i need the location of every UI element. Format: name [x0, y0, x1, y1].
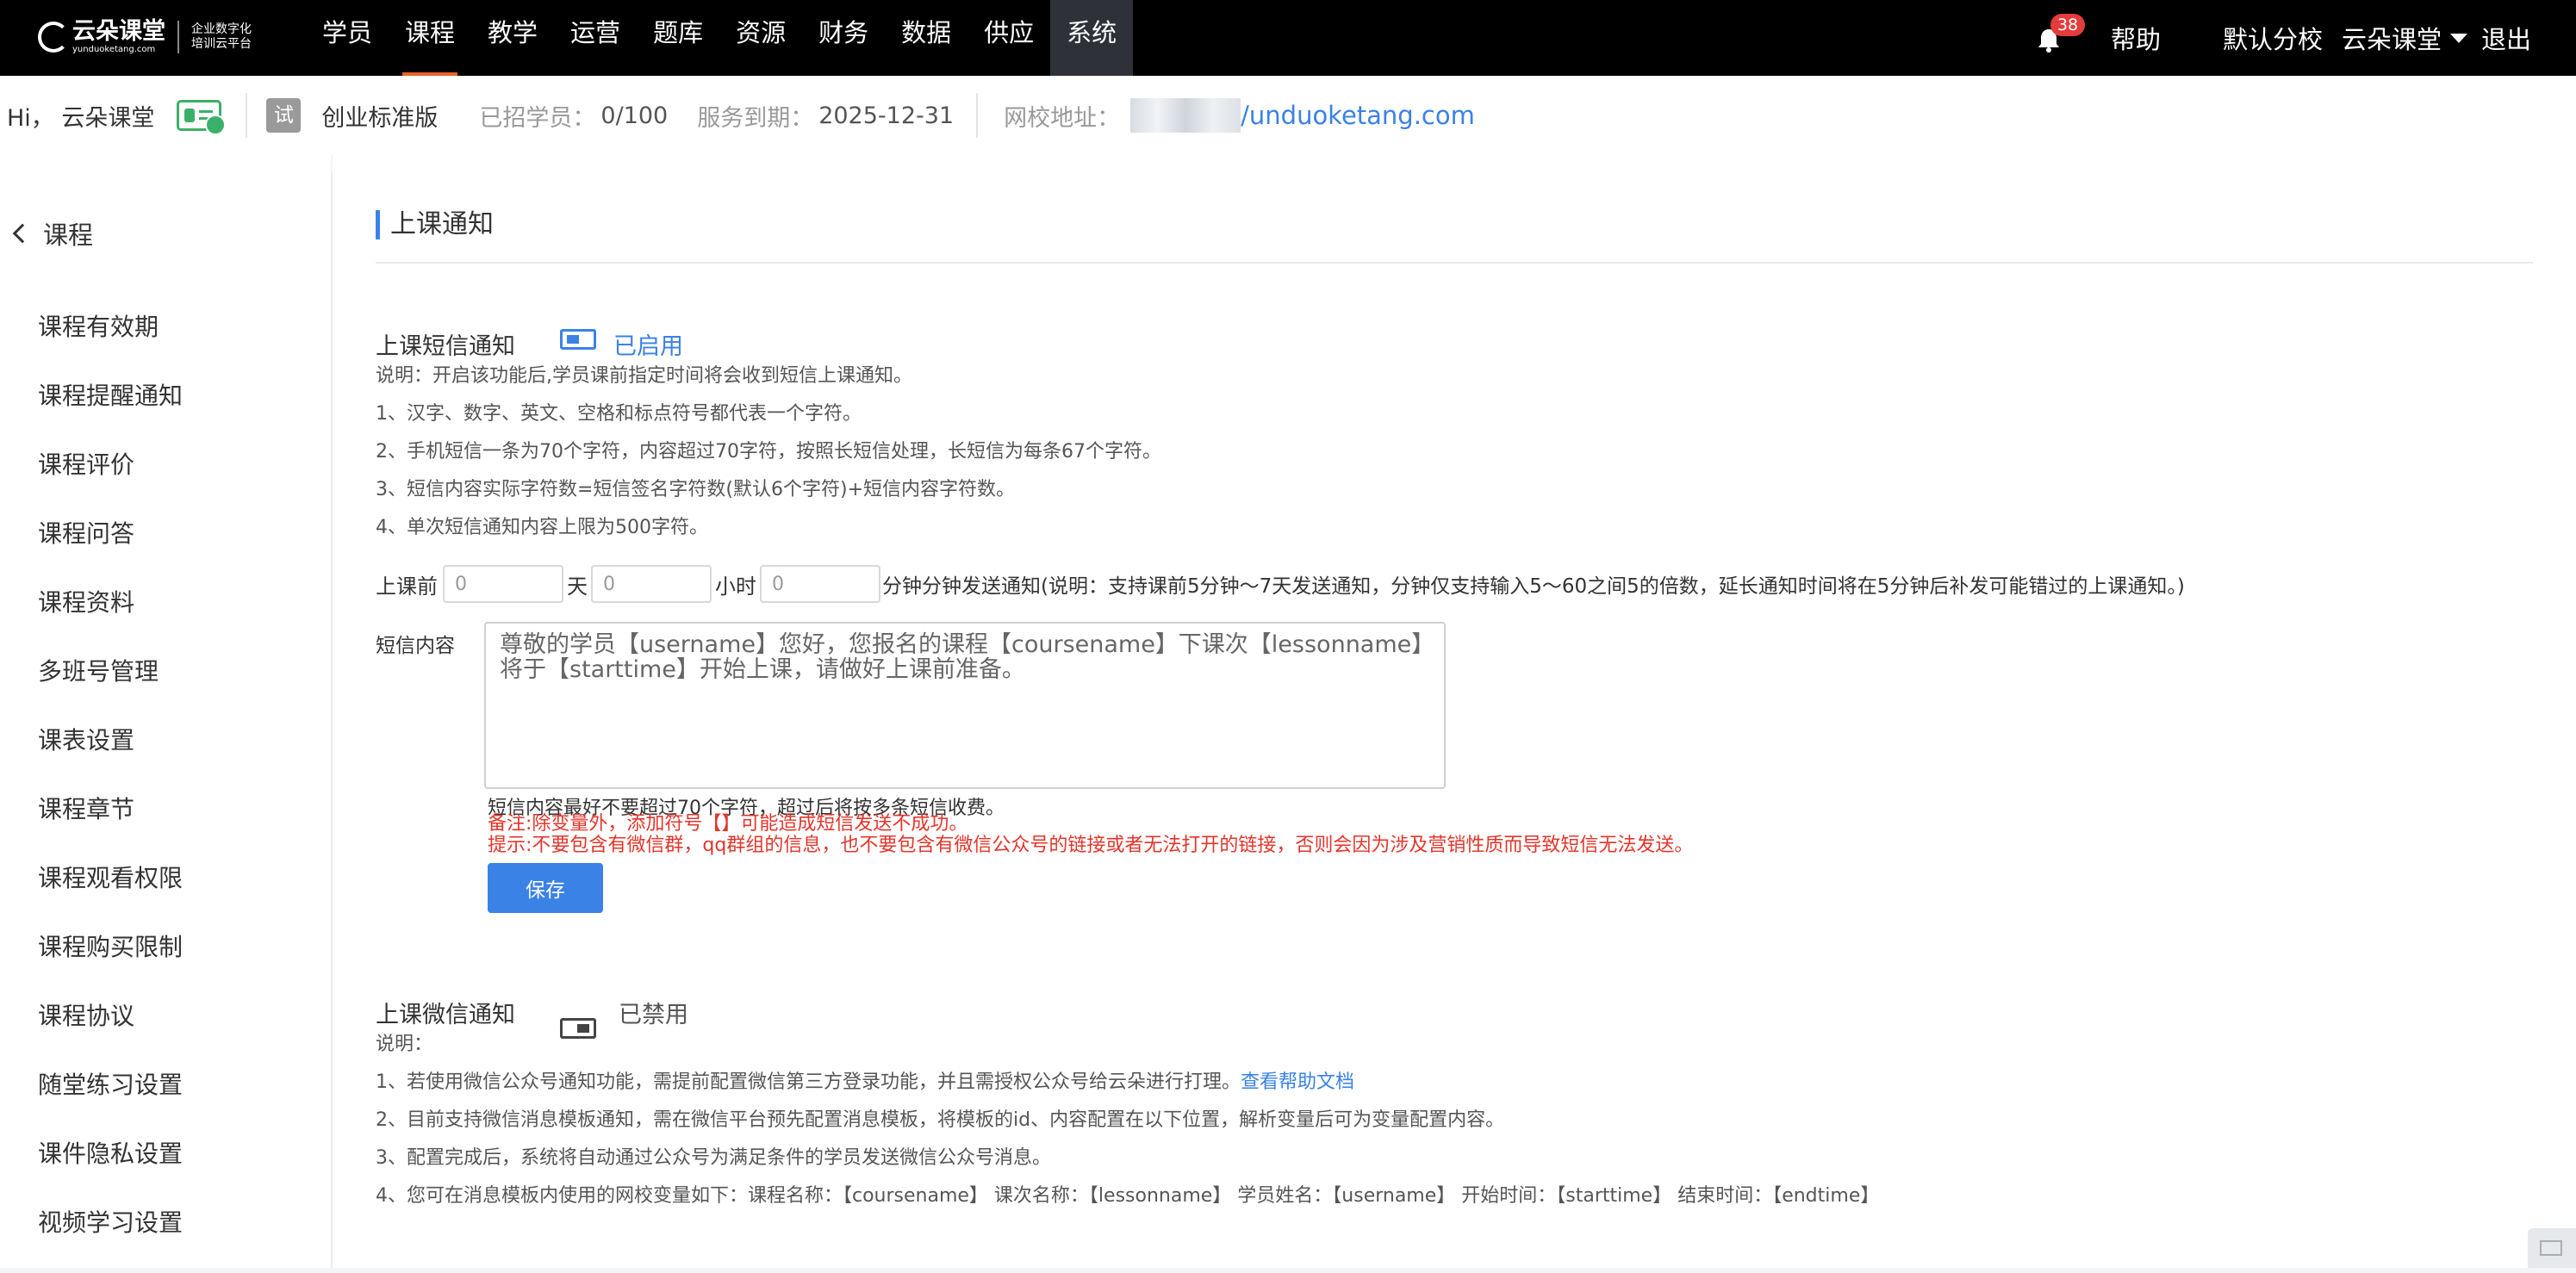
- wechat-note-3: 3、配置完成后，系统将自动通过公众号为满足条件的学员发送微信公众号消息。: [376, 1147, 1051, 1169]
- days-input[interactable]: [443, 565, 563, 603]
- page-title: 上课通知: [376, 210, 494, 239]
- nav-question-bank[interactable]: 题库: [637, 0, 719, 76]
- account-menu[interactable]: 云朵课堂: [2342, 20, 2442, 56]
- sidebar-item-chapters[interactable]: 课程章节: [0, 791, 331, 860]
- before-class-label: 上课前: [376, 574, 438, 599]
- expiry-value: 2025-12-31: [818, 102, 955, 129]
- message-widget-icon[interactable]: [2528, 1228, 2576, 1268]
- wechat-toggle[interactable]: [560, 1018, 596, 1039]
- sms-toggle[interactable]: [560, 329, 596, 350]
- day-unit: 天: [567, 574, 588, 599]
- nav-teaching[interactable]: 教学: [471, 0, 554, 76]
- sidebar-item-qa[interactable]: 课程问答: [0, 515, 331, 584]
- help-doc-link[interactable]: 查看帮助文档: [1241, 1071, 1354, 1093]
- nav-finance[interactable]: 财务: [802, 0, 885, 76]
- greeting: Hi， 云朵课堂: [7, 104, 155, 132]
- wechat-note-2: 2、目前支持微信消息模板通知，需在微信平台预先配置消息模板，将模板的id、内容配…: [376, 1109, 1505, 1131]
- sidebar-menu: 课程有效期 课程提醒通知 课程评价 课程问答 课程资料 多班号管理 课表设置 课…: [0, 308, 331, 1273]
- schedule-note: 分钟分钟发送通知(说明：支持课前5分钟～7天发送通知，分钟仅支持输入5～60之间…: [882, 575, 2185, 598]
- header-actions: 38 帮助 默认分校 云朵课堂 退出: [2032, 0, 2576, 76]
- enrolled-label: 已招学员：: [479, 104, 596, 132]
- chevron-left-icon: [12, 223, 33, 244]
- send-time-row: 上课前 天 小时 分钟分钟发送通知(说明：支持课前5分钟～7天发送通知，分钟仅支…: [376, 565, 2185, 603]
- sms-note-intro: 说明：开启该功能后,学员课前指定时间将会收到短信上课通知。: [376, 365, 912, 387]
- wechat-note-label: 说明：: [376, 1034, 433, 1055]
- logo-slogan-line1: 企业数字化: [191, 22, 252, 36]
- verified-id-icon[interactable]: [177, 100, 227, 135]
- title-divider: [376, 262, 2533, 264]
- trial-badge: 试: [266, 98, 302, 133]
- sidebar-item-materials[interactable]: 课程资料: [0, 584, 331, 653]
- sidebar-item-privacy[interactable]: 课件隐私设置: [0, 1135, 331, 1204]
- wechat-note-1: 1、若使用微信公众号通知功能，需提前配置微信第三方登录功能，并且需授权公众号给云…: [376, 1071, 1355, 1093]
- expiry-label: 服务到期：: [697, 104, 814, 132]
- school-url-link[interactable]: /unduoketang.com: [1241, 101, 1475, 130]
- back-label: 课程: [43, 220, 94, 250]
- account-info-bar: Hi， 云朵课堂 试 创业标准版 已招学员： 0/100 服务到期： 2025-…: [0, 76, 2576, 155]
- wechat-section-title: 上课微信通知: [376, 1002, 515, 1028]
- sms-note-2: 2、手机短信一条为70个字符，内容超过70字符，按照长短信处理，长短信为每条67…: [376, 441, 1161, 463]
- brand-logo[interactable]: 云朵课堂 yunduoketang.com 企业数字化 培训云平台: [38, 9, 252, 65]
- sidebar-item-practice[interactable]: 随堂练习设置: [0, 1066, 331, 1135]
- top-navigation-bar: 云朵课堂 yunduoketang.com 企业数字化 培训云平台 学员 课程 …: [0, 0, 2576, 76]
- main-content: 上课通知 上课短信通知 已启用 说明：开启该功能后,学员课前指定时间将会收到短信…: [333, 155, 2576, 1268]
- nav-resources[interactable]: 资源: [719, 0, 802, 76]
- sms-content-warning: 提示:不要包含有微信群，qq群组的信息，也不要包含有微信公众号的链接或者无法打开…: [488, 835, 1694, 856]
- nav-data[interactable]: 数据: [885, 0, 968, 76]
- school-url-label: 网校地址：: [1004, 104, 1121, 132]
- sidebar-item-purchase-limit[interactable]: 课程购买限制: [0, 928, 331, 997]
- cloud-logo-icon: [38, 22, 69, 53]
- sms-note-3: 3、短信内容实际字符数=短信签名字符数(默认6个字符)+短信内容字符数。: [376, 479, 1016, 500]
- enrolled-value: 0/100: [600, 102, 669, 129]
- sms-content-textarea[interactable]: 尊敬的学员【username】您好，您报名的课程【coursename】下课次【…: [484, 622, 1446, 789]
- notification-count-badge: 38: [2050, 14, 2086, 36]
- divider: [246, 93, 248, 138]
- branch-selector[interactable]: 默认分校: [2223, 20, 2323, 56]
- logout-link[interactable]: 退出: [2481, 20, 2531, 56]
- edition-name: 创业标准版: [321, 104, 439, 132]
- nav-students[interactable]: 学员: [306, 0, 389, 76]
- sms-note-4: 4、单次短信通知内容上限为500字符。: [376, 517, 708, 538]
- sms-symbol-warning: 备注:除变量外，添加符号【】可能造成短信发送不成功。: [488, 813, 968, 835]
- help-link[interactable]: 帮助: [2111, 20, 2161, 56]
- minutes-input[interactable]: [760, 565, 880, 603]
- sidebar-item-class-numbers[interactable]: 多班号管理: [0, 653, 331, 722]
- sms-section-title: 上课短信通知: [376, 333, 515, 360]
- sidebar-item-validity[interactable]: 课程有效期: [0, 308, 331, 377]
- logo-divider: [177, 21, 179, 53]
- hours-input[interactable]: [591, 565, 712, 603]
- divider: [976, 93, 979, 138]
- logo-domain: yunduoketang.com: [72, 45, 156, 54]
- wechat-status: 已禁用: [619, 1002, 688, 1028]
- nav-operations[interactable]: 运营: [554, 0, 637, 76]
- nav-supply[interactable]: 供应: [968, 0, 1050, 76]
- sidebar-item-schedule[interactable]: 课表设置: [0, 722, 331, 791]
- sidebar-item-agreement[interactable]: 课程协议: [0, 997, 331, 1066]
- sms-content-label: 短信内容: [376, 635, 455, 657]
- hour-unit: 小时: [715, 574, 756, 599]
- notification-bell[interactable]: 38: [2032, 14, 2086, 55]
- sidebar-item-reminder[interactable]: 课程提醒通知: [0, 377, 331, 446]
- main-nav: 学员 课程 教学 运营 题库 资源 财务 数据 供应 系统: [306, 0, 1134, 76]
- sms-note-1: 1、汉字、数字、英文、空格和标点符号都代表一个字符。: [376, 403, 862, 425]
- blurred-url-prefix: [1130, 98, 1241, 133]
- sidebar-item-review[interactable]: 课程评价: [0, 446, 331, 515]
- sms-status: 已启用: [613, 333, 683, 360]
- nav-system[interactable]: 系统: [1050, 0, 1134, 76]
- caret-down-icon[interactable]: [2449, 33, 2467, 43]
- back-to-courses[interactable]: 课程: [10, 215, 93, 251]
- logo-text: 云朵课堂: [72, 18, 165, 45]
- save-button[interactable]: 保存: [488, 863, 603, 913]
- wechat-note-4: 4、您可在消息模板内使用的网校变量如下：课程名称：【coursename】 课次…: [376, 1185, 1880, 1207]
- logo-slogan-line2: 培训云平台: [191, 37, 252, 51]
- course-settings-sidebar: 课程 课程有效期 课程提醒通知 课程评价 课程问答 课程资料 多班号管理 课表设…: [0, 155, 331, 1268]
- sidebar-item-video-settings[interactable]: 视频学习设置: [0, 1204, 331, 1273]
- nav-courses[interactable]: 课程: [389, 0, 471, 76]
- sidebar-item-view-permission[interactable]: 课程观看权限: [0, 860, 331, 928]
